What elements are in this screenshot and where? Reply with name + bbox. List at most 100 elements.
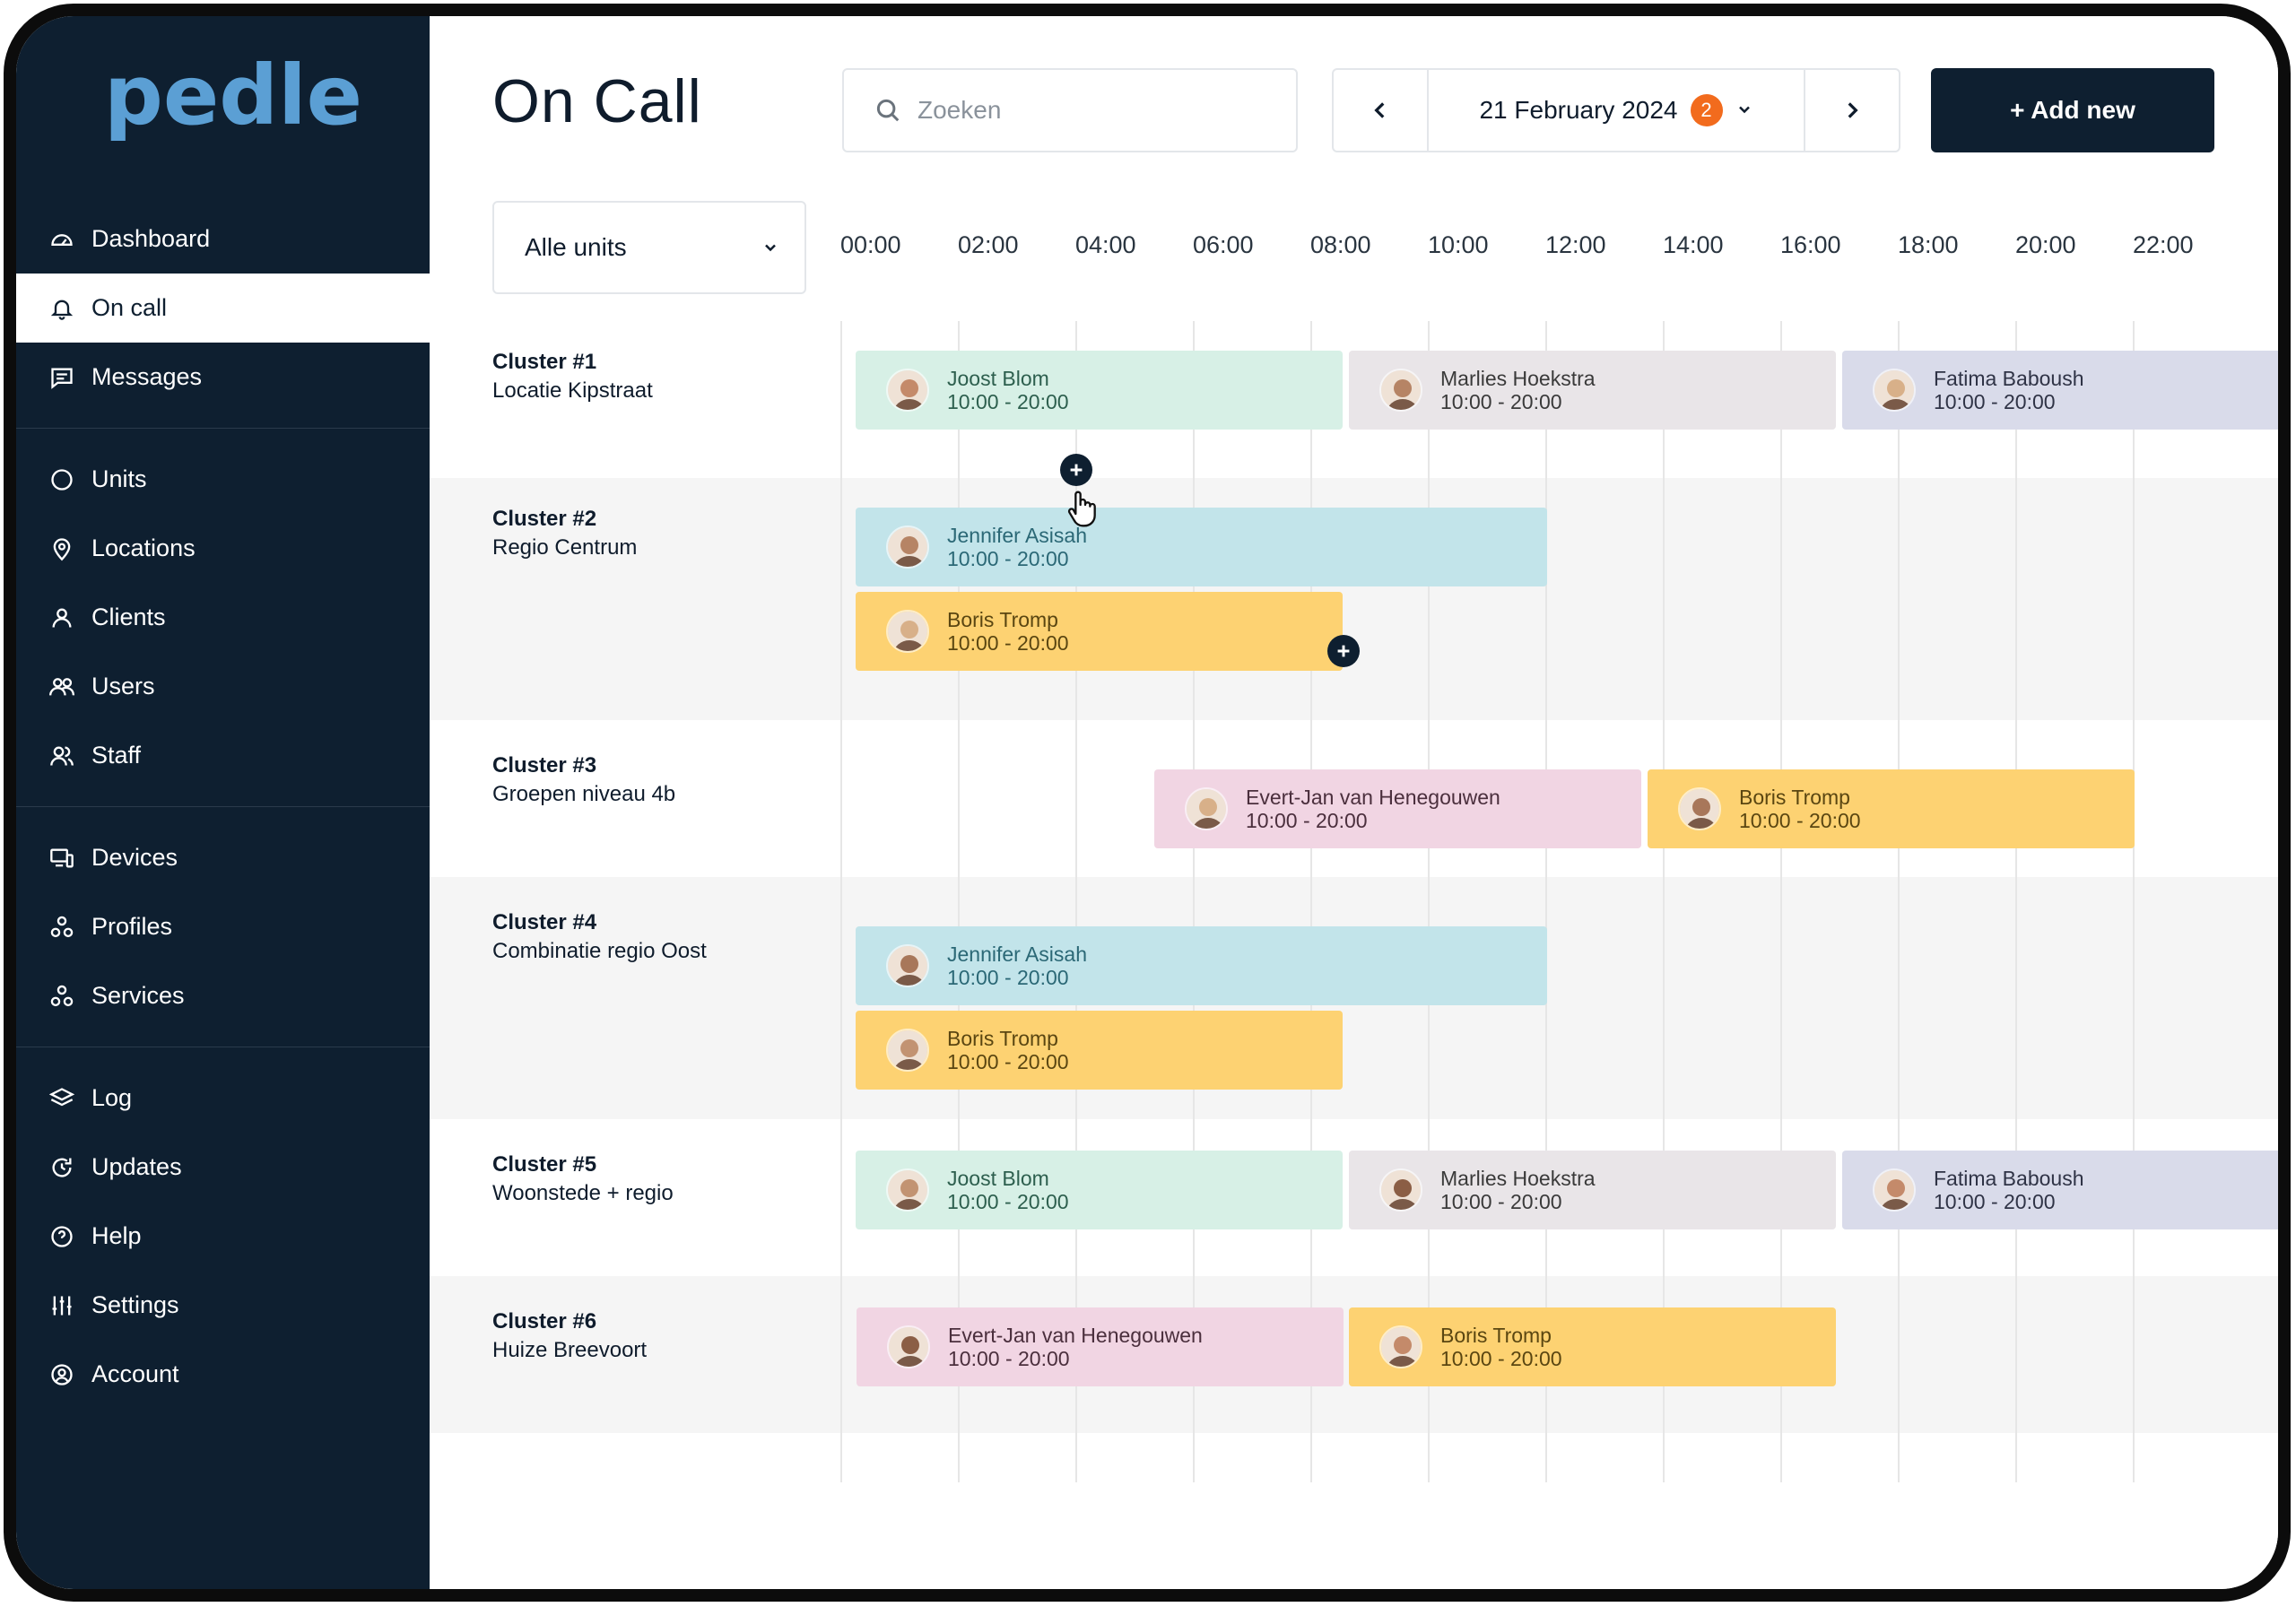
shift-card[interactable]: Joost Blom 10:00 - 20:00 xyxy=(856,351,1343,430)
shift-text: Boris Tromp 10:00 - 20:00 xyxy=(947,608,1069,655)
shift-card[interactable]: Evert-Jan van Henegouwen 10:00 - 20:00 xyxy=(1154,769,1641,848)
avatar-portrait-icon xyxy=(1680,789,1719,829)
shift-text: Joost Blom 10:00 - 20:00 xyxy=(947,367,1069,413)
sidebar-item-help[interactable]: Help xyxy=(16,1202,430,1271)
shift-card[interactable]: Joost Blom 10:00 - 20:00 xyxy=(856,1151,1343,1229)
shift-card[interactable]: Jennifer Asisah 10:00 - 20:00 xyxy=(856,508,1547,586)
add-new-button[interactable]: + Add new xyxy=(1931,68,2214,152)
shift-time: 10:00 - 20:00 xyxy=(947,547,1069,570)
sidebar-item-clients[interactable]: Clients xyxy=(16,583,430,652)
avatar-portrait-icon xyxy=(889,1327,928,1367)
shift-time: 10:00 - 20:00 xyxy=(1246,809,1368,832)
cluster-subtitle: Regio Centrum xyxy=(492,535,638,560)
shift-text: Fatima Baboush 10:00 - 20:00 xyxy=(1934,1167,2083,1213)
shift-card[interactable]: Marlies Hoekstra 10:00 - 20:00 xyxy=(1349,1151,1836,1229)
add-shift-button[interactable] xyxy=(1060,454,1092,486)
shift-text: Jennifer Asisah 10:00 - 20:00 xyxy=(947,942,1087,989)
sidebar-item-users[interactable]: Users xyxy=(16,652,430,721)
shift-time: 10:00 - 20:00 xyxy=(1440,390,1562,413)
sliders-icon xyxy=(48,1292,75,1319)
shift-time: 10:00 - 20:00 xyxy=(947,1190,1069,1213)
sidebar-item-label: Updates xyxy=(91,1153,182,1180)
hour-label: 20:00 xyxy=(2015,231,2076,258)
bell-icon xyxy=(48,295,75,322)
shift-card[interactable]: Marlies Hoekstra 10:00 - 20:00 xyxy=(1349,351,1836,430)
sidebar-item-updates[interactable]: Updates xyxy=(16,1133,430,1202)
search-field[interactable]: Zoeken xyxy=(842,68,1298,152)
shift-card[interactable]: Boris Tromp 10:00 - 20:00 xyxy=(1648,769,2135,848)
hour-label: 18:00 xyxy=(1898,231,1959,258)
shift-staff-name: Marlies Hoekstra xyxy=(1440,1167,1596,1190)
sidebar-nav: Dashboard On call Messages Units Locatio… xyxy=(16,204,430,1409)
shift-text: Marlies Hoekstra 10:00 - 20:00 xyxy=(1440,1167,1596,1213)
shift-text: Fatima Baboush 10:00 - 20:00 xyxy=(1934,367,2083,413)
avatar xyxy=(886,1168,929,1212)
shift-staff-name: Boris Tromp xyxy=(947,608,1058,631)
shift-staff-name: Fatima Baboush xyxy=(1934,1167,2084,1190)
avatar-portrait-icon xyxy=(1381,370,1421,410)
shift-card[interactable]: Boris Tromp 10:00 - 20:00 xyxy=(856,592,1343,671)
avatar-portrait-icon xyxy=(1874,1170,1914,1210)
hour-label: 12:00 xyxy=(1545,231,1606,258)
sidebar-item-on-call[interactable]: On call xyxy=(16,274,430,343)
shift-staff-name: Boris Tromp xyxy=(1739,786,1850,809)
shift-card[interactable]: Jennifer Asisah 10:00 - 20:00 xyxy=(856,926,1547,1005)
date-picker: 21 February 2024 2 xyxy=(1332,68,1900,152)
current-date: 21 February 2024 xyxy=(1479,96,1678,124)
shift-time: 10:00 - 20:00 xyxy=(947,966,1069,989)
sidebar-item-label: Units xyxy=(91,465,147,492)
sidebar-item-settings[interactable]: Settings xyxy=(16,1271,430,1340)
shift-text: Boris Tromp 10:00 - 20:00 xyxy=(1739,786,1861,832)
sidebar-item-devices[interactable]: Devices xyxy=(16,823,430,892)
sidebar-item-label: Dashboard xyxy=(91,225,211,252)
sidebar-item-messages[interactable]: Messages xyxy=(16,343,430,412)
sidebar-item-locations[interactable]: Locations xyxy=(16,514,430,583)
user-icon xyxy=(48,604,75,631)
sidebar-item-label: Locations xyxy=(91,534,196,561)
avatar-portrait-icon xyxy=(888,527,927,567)
sidebar-item-label: Messages xyxy=(91,363,203,390)
sidebar-item-services[interactable]: Services xyxy=(16,961,430,1030)
prev-day-button[interactable] xyxy=(1334,70,1429,151)
hour-label: 04:00 xyxy=(1075,231,1136,258)
date-dropdown[interactable]: 21 February 2024 2 xyxy=(1429,70,1804,151)
sidebar-item-label: Staff xyxy=(91,742,142,769)
avatar xyxy=(886,944,929,987)
cluster-label: Cluster #4 Combinatie regio Oost xyxy=(492,908,707,966)
shift-time: 10:00 - 20:00 xyxy=(948,1347,1070,1370)
sidebar-item-dashboard[interactable]: Dashboard xyxy=(16,204,430,274)
sidebar-item-label: Users xyxy=(91,673,155,699)
sidebar-item-label: Settings xyxy=(91,1291,179,1318)
sidebar-item-account[interactable]: Account xyxy=(16,1340,430,1409)
cluster-subtitle: Woonstede + regio xyxy=(492,1181,674,1205)
add-shift-button[interactable] xyxy=(1327,635,1360,667)
shift-time: 10:00 - 20:00 xyxy=(1739,809,1861,832)
sidebar-item-label: On call xyxy=(91,294,168,321)
shift-card[interactable]: Fatima Baboush 10:00 - 20:00 xyxy=(1842,351,2278,430)
shift-text: Marlies Hoekstra 10:00 - 20:00 xyxy=(1440,367,1596,413)
avatar xyxy=(886,1029,929,1072)
sidebar-item-profiles[interactable]: Profiles xyxy=(16,892,430,961)
avatar xyxy=(1379,1325,1422,1368)
next-day-button[interactable] xyxy=(1804,70,1899,151)
avatar-portrait-icon xyxy=(1381,1327,1421,1367)
shift-card[interactable]: Fatima Baboush 10:00 - 20:00 xyxy=(1842,1151,2278,1229)
sidebar-item-units[interactable]: Units xyxy=(16,445,430,514)
shift-card[interactable]: Evert-Jan van Henegouwen 10:00 - 20:00 xyxy=(857,1307,1344,1386)
avatar-portrait-icon xyxy=(888,1170,927,1210)
grid-line xyxy=(840,321,842,1482)
shift-time: 10:00 - 20:00 xyxy=(947,631,1069,655)
sidebar-item-log[interactable]: Log xyxy=(16,1064,430,1133)
shift-card[interactable]: Boris Tromp 10:00 - 20:00 xyxy=(1349,1307,1836,1386)
shift-card[interactable]: Boris Tromp 10:00 - 20:00 xyxy=(856,1011,1343,1090)
shift-staff-name: Boris Tromp xyxy=(947,1027,1058,1050)
chevron-right-icon xyxy=(1848,102,1858,118)
avatar-portrait-icon xyxy=(888,1030,927,1070)
shift-staff-name: Evert-Jan van Henegouwen xyxy=(948,1324,1203,1347)
map-pin-icon xyxy=(48,535,75,562)
sidebar-item-staff[interactable]: Staff xyxy=(16,721,430,790)
pedle-logo[interactable]: pedle xyxy=(99,54,368,161)
plus-icon xyxy=(1337,645,1350,657)
hour-label: 14:00 xyxy=(1663,231,1724,258)
search-input[interactable]: Zoeken xyxy=(918,96,1001,125)
